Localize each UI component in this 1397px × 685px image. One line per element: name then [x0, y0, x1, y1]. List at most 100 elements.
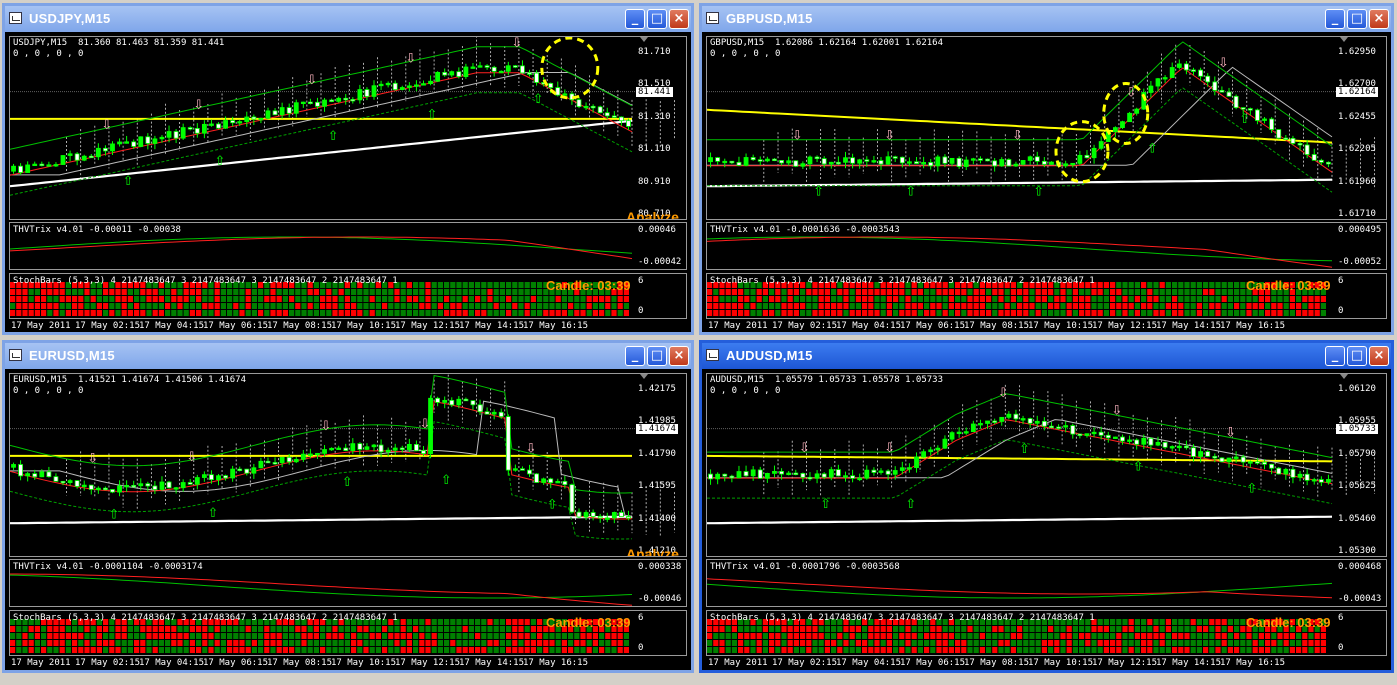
candle-body	[864, 469, 870, 479]
close-button[interactable]: ×	[1369, 9, 1389, 29]
close-button[interactable]: ×	[669, 346, 689, 366]
stoch-cell	[462, 303, 468, 309]
stoch-cell	[344, 640, 350, 646]
candle-body	[414, 444, 419, 452]
main-price-pane[interactable]: ⇩ ⇧ ⇩ ⇧ ⇩ ⇧ ⇩ ⇧ ⇩ ⇧ AUDUSD,M15 1.05579 1.05733 1.0…	[706, 373, 1387, 557]
stoch-cell	[719, 289, 725, 295]
title-bar[interactable]: EURUSD,M15 _ □ ×	[5, 343, 691, 369]
candle-body	[385, 82, 391, 86]
stoch-cell	[264, 303, 270, 309]
trix-indicator-pane[interactable]: THVTrix v4.01 -0.0001104 -0.0003174 0.000…	[9, 559, 687, 607]
chart-window-eurusd[interactable]: EURUSD,M15 _ □ × ⇩ ⇧ ⇩ ⇧ ⇩ ⇧ ⇩ ⇧ ⇩ ⇧ EURUSD,M15 1.…	[2, 340, 694, 673]
chart-area[interactable]: ⇩ ⇧ ⇩ ⇧ ⇩ ⇧ ⇩ ⇧ ⇩ ⇧ USDJPY,M15 81.360 81.463 81.35…	[5, 32, 691, 332]
title-bar[interactable]: GBPUSD,M15 _ □ ×	[702, 6, 1391, 32]
maximize-button[interactable]: □	[1347, 9, 1367, 29]
stoch-cell	[487, 640, 493, 646]
indicator-values-header: 0 , 0 , 0 , 0	[710, 49, 781, 59]
trix-indicator-pane[interactable]: THVTrix v4.01 -0.00011 -0.00038 0.00046 -0…	[9, 222, 687, 270]
stoch-cell	[824, 289, 830, 295]
minimize-button[interactable]: _	[625, 9, 645, 29]
chart-area[interactable]: ⇩ ⇧ ⇩ ⇧ ⇩ ⇧ ⇩ ⇧ ⇩ ⇧ EURUSD,M15 1.41521 1.41674 1.4…	[5, 369, 691, 670]
candle-body	[1141, 437, 1147, 445]
stoch-cell	[146, 303, 152, 309]
stoch-cell	[177, 303, 183, 309]
close-button[interactable]: ×	[1369, 346, 1389, 366]
maximize-button[interactable]: □	[1347, 346, 1367, 366]
stochbars-pane[interactable]: StochBars (5,3,3) 4 2147483647 3 2147483…	[706, 273, 1387, 319]
stoch-cell	[1271, 303, 1277, 309]
stochbars-pane[interactable]: StochBars (5,3,3) 4 2147483647 3 2147483…	[9, 610, 687, 656]
candle-body	[322, 449, 327, 454]
stoch-cell	[431, 289, 437, 295]
minimize-button[interactable]: _	[1325, 9, 1345, 29]
candle-body	[597, 106, 603, 114]
stoch-cell	[1283, 310, 1289, 316]
main-price-pane[interactable]: ⇩ ⇧ ⇩ ⇧ ⇩ ⇧ ⇩ ⇧ ⇩ ⇧ USDJPY,M15 81.360 81.463 81.35…	[9, 36, 687, 220]
stoch-cell	[1215, 310, 1221, 316]
time-axis-label: 17 May 04:15	[139, 658, 205, 668]
time-axis-label: 17 May 14:15	[1156, 658, 1222, 668]
stoch-cell	[450, 296, 456, 302]
stoch-cell	[282, 626, 288, 632]
stoch-cell	[1085, 647, 1091, 653]
close-button[interactable]: ×	[669, 9, 689, 29]
white-moving-average	[707, 515, 1333, 525]
chart-window-usdjpy[interactable]: USDJPY,M15 _ □ × ⇩ ⇧ ⇩ ⇧ ⇩ ⇧ ⇩ ⇧ ⇩ ⇧ USDJPY,M15 81…	[2, 3, 694, 335]
buy-arrow-icon: ⇧	[1019, 442, 1030, 457]
stoch-cell	[1153, 647, 1159, 653]
stoch-cell	[53, 626, 59, 632]
chart-area[interactable]: ⇩ ⇧ ⇩ ⇧ ⇩ ⇧ ⇩ ⇧ ⇩ ⇧ AUDUSD,M15 1.05579 1.05733 1.0…	[702, 369, 1391, 670]
stoch-cell	[332, 633, 338, 639]
candle-body	[779, 160, 784, 164]
chart-window-audusd[interactable]: AUDUSD,M15 _ □ × ⇩ ⇧ ⇩ ⇧ ⇩ ⇧ ⇩ ⇧ ⇩ ⇧ AUDUSD,M15 1.…	[699, 340, 1394, 673]
stoch-cell	[1116, 282, 1122, 288]
stoch-cell	[731, 296, 737, 302]
stoch-cell	[233, 296, 239, 302]
buy-arrow-icon: ⇧	[813, 185, 824, 200]
stoch-cell	[1116, 647, 1122, 653]
stoch-cell	[245, 633, 251, 639]
stoch-cell	[1240, 289, 1246, 295]
stoch-cell	[707, 310, 713, 316]
main-price-pane[interactable]: ⇩ ⇧ ⇩ ⇧ ⇩ ⇧ ⇩ ⇧ ⇩ ⇧ EURUSD,M15 1.41521 1.41674 1.4…	[9, 373, 687, 557]
trix-indicator-pane[interactable]: THVTrix v4.01 -0.0001796 -0.0003568 0.000…	[706, 559, 1387, 607]
title-bar[interactable]: USDJPY,M15 _ □ ×	[5, 6, 691, 32]
candle-body	[590, 512, 596, 517]
maximize-button[interactable]: □	[647, 346, 667, 366]
stoch-cell	[1116, 640, 1122, 646]
trix-indicator-pane[interactable]: THVTrix v4.01 -0.0001636 -0.0003543 0.000…	[706, 222, 1387, 270]
main-price-pane[interactable]: ⇩ ⇧ ⇩ ⇧ ⇩ ⇧ ⇩ ⇧ ⇩ ⇧ GBPUSD,M15 1.62086 1.62164 1.6…	[706, 36, 1387, 220]
stochbars-pane[interactable]: StochBars (5,3,3) 4 2147483647 3 2147483…	[706, 610, 1387, 656]
stoch-cell	[245, 310, 251, 316]
stoch-cell	[868, 310, 874, 316]
stoch-cell	[196, 296, 202, 302]
stoch-cell	[948, 303, 954, 309]
stoch-cell	[357, 296, 363, 302]
stoch-cell	[1085, 310, 1091, 316]
stoch-cell	[1246, 296, 1252, 302]
candle-body	[786, 160, 792, 164]
stoch-cell	[103, 289, 109, 295]
stoch-cell	[1017, 626, 1023, 632]
stoch-cell	[481, 303, 487, 309]
candle-body	[414, 84, 419, 87]
stoch-cell	[800, 289, 806, 295]
stochbars-pane[interactable]: StochBars (5,3,3) 4 2147483647 3 2147483…	[9, 273, 687, 319]
stoch-cell	[270, 289, 276, 295]
stoch-cell	[917, 289, 923, 295]
chart-window-gbpusd[interactable]: GBPUSD,M15 _ □ × ⇩ ⇧ ⇩ ⇧ ⇩ ⇧ ⇩ ⇧ ⇩ ⇧ GBPUSD,M15 1.…	[699, 3, 1394, 335]
maximize-button[interactable]: □	[647, 9, 667, 29]
minimize-button[interactable]: _	[1325, 346, 1345, 366]
stoch-cell	[121, 633, 127, 639]
stoch-cell	[28, 647, 34, 653]
minimize-button[interactable]: _	[625, 346, 645, 366]
stoch-cell	[530, 647, 536, 653]
stoch-cell	[973, 310, 979, 316]
chart-area[interactable]: ⇩ ⇧ ⇩ ⇧ ⇩ ⇧ ⇩ ⇧ ⇩ ⇧ GBPUSD,M15 1.62086 1.62164 1.6…	[702, 32, 1391, 332]
stoch-cell	[1190, 282, 1196, 288]
symbol-ohlc-header: EURUSD,M15 1.41521 1.41674 1.41506 1.416…	[13, 375, 246, 385]
title-bar[interactable]: AUDUSD,M15 _ □ ×	[702, 343, 1391, 369]
stoch-cell	[462, 310, 468, 316]
stoch-cell	[979, 640, 985, 646]
stoch-cell	[214, 296, 220, 302]
